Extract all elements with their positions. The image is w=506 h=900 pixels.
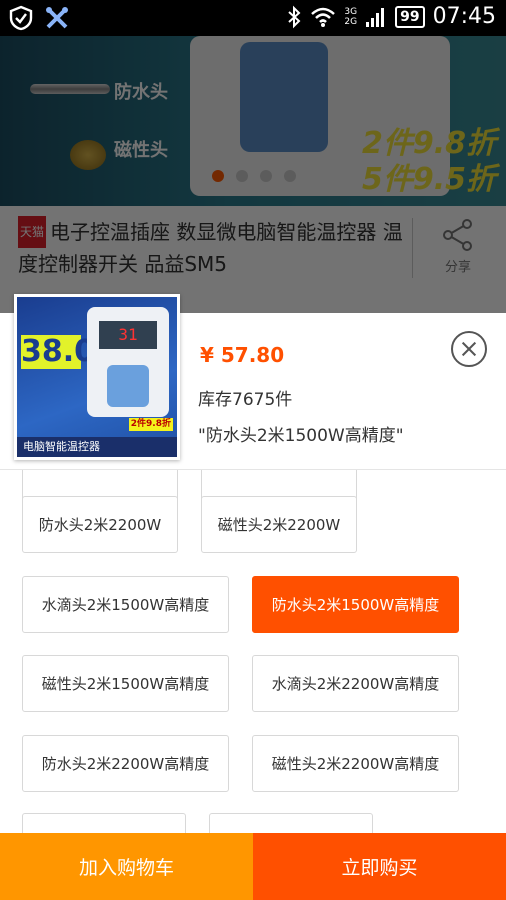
sku-option[interactable]: 防水头2米2200W高精度 — [22, 735, 229, 792]
banner-label-waterproof: 防水头 — [114, 82, 168, 103]
product-banner[interactable]: 防水头 磁性头 2件9.8折 5件9.5折 — [0, 36, 506, 206]
sku-option[interactable]: 磁性头2米2200W高精度 — [252, 735, 459, 792]
sku-stock: 库存7675件 — [198, 390, 293, 410]
thumbnail-price: 38.00 — [21, 334, 116, 369]
sku-option[interactable] — [22, 813, 186, 833]
close-icon[interactable] — [451, 331, 487, 367]
sku-selected: "防水头2米1500W高精度" — [198, 426, 404, 446]
shield-icon — [9, 5, 33, 31]
sku-options: 防水头2米2200W 磁性头2米2200W 水滴头2米1500W高精度 防水头2… — [0, 470, 506, 833]
buy-now-button[interactable]: 立即购买 — [253, 833, 506, 900]
divider — [412, 218, 413, 278]
network-type: 3G 2G — [344, 6, 358, 27]
carousel-dot[interactable] — [260, 170, 272, 182]
signal-icon — [366, 7, 385, 27]
sku-option[interactable] — [209, 813, 373, 833]
add-to-cart-button[interactable]: 加入购物车 — [0, 833, 253, 900]
banner-label-magnetic: 磁性头 — [114, 140, 168, 161]
sku-price: ¥ 57.80 — [200, 343, 285, 367]
carousel-dot[interactable] — [284, 170, 296, 182]
sku-option[interactable]: 磁性头2米1500W高精度 — [22, 655, 229, 712]
share-button[interactable]: 分享 — [428, 218, 488, 275]
thumbnail-footer: 电脑智能温控器 — [17, 437, 177, 457]
probe-image — [30, 84, 110, 94]
product-title: 天猫 电子控温插座 数显微电脑智能温控器 温度控制器开关 品益SM5 — [18, 216, 408, 280]
share-label: 分享 — [444, 260, 471, 275]
tools-icon — [46, 7, 68, 29]
socket-face — [240, 42, 328, 152]
status-left-icons — [8, 5, 70, 31]
thumbnail-discount: 2件9.8折 — [128, 418, 173, 431]
clock: 07:45 — [432, 4, 496, 29]
share-icon — [443, 219, 472, 251]
carousel-dot[interactable] — [212, 170, 224, 182]
tmall-badge: 天猫 — [18, 216, 47, 248]
bluetooth-icon — [288, 5, 301, 28]
sku-thumbnail: 38.00 31 2件9.8折 电脑智能温控器 — [14, 294, 180, 460]
probe-image — [70, 140, 106, 170]
thumbnail-outlet — [107, 365, 149, 407]
carousel-dot[interactable] — [236, 170, 248, 182]
sku-option[interactable]: 防水头2米2200W — [22, 496, 178, 553]
status-bar: 3G 2G 99 07:45 — [0, 0, 506, 36]
sku-option[interactable]: 磁性头2米2200W — [201, 496, 357, 553]
thumbnail-screen: 31 — [99, 321, 157, 349]
banner-discount: 2件9.8折 5件9.5折 — [361, 126, 496, 197]
bottom-action-bar: 加入购物车 立即购买 — [0, 833, 506, 900]
thumbnail-device: 31 — [87, 307, 169, 417]
wifi-icon — [311, 7, 336, 27]
status-right-icons: 3G 2G 99 07:45 — [286, 4, 496, 29]
sku-option[interactable]: 水滴头2米2200W高精度 — [252, 655, 459, 712]
carousel-dots — [212, 170, 296, 182]
battery-indicator: 99 — [395, 5, 425, 28]
sku-option-selected[interactable]: 防水头2米1500W高精度 — [252, 576, 459, 633]
thumbnail-image: 38.00 31 2件9.8折 电脑智能温控器 — [17, 297, 177, 457]
sku-option[interactable]: 水滴头2米1500W高精度 — [22, 576, 229, 633]
